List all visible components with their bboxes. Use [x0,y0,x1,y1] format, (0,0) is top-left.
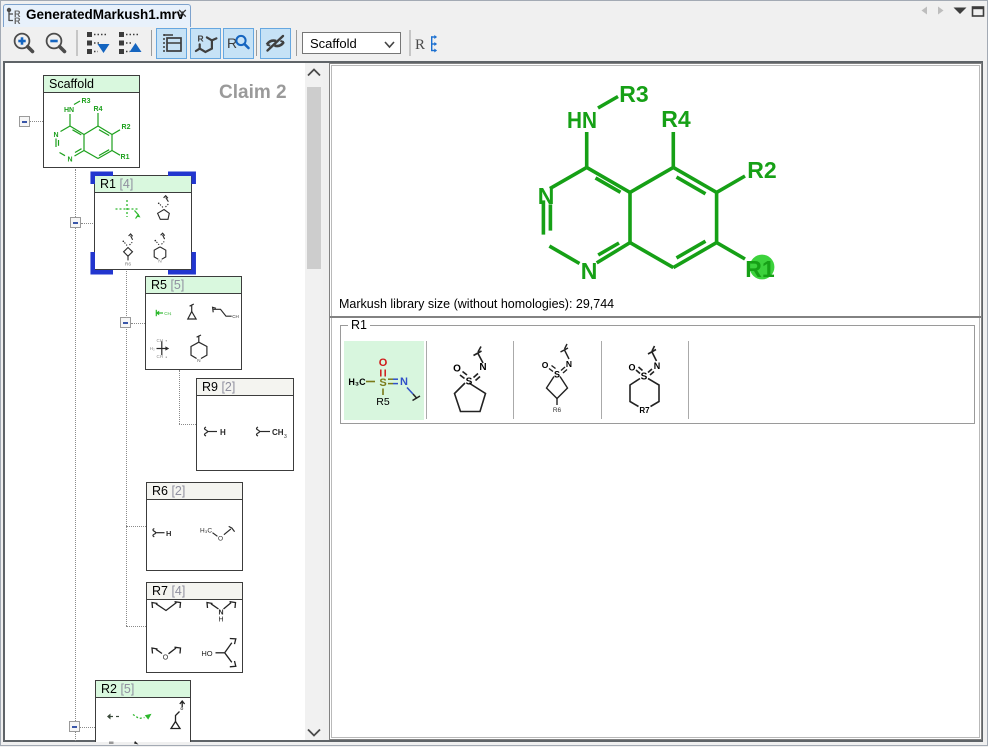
svg-text:O: O [453,364,461,375]
svg-text:N: N [654,361,661,371]
svg-text:N: N [400,376,408,388]
svg-text:S: S [379,377,386,389]
svg-text:S: S [554,370,560,380]
svg-text:S: S [641,372,648,383]
svg-text:S: S [466,377,473,388]
svg-text:O: O [628,363,635,373]
svg-text:O: O [379,357,388,369]
svg-text:R6: R6 [553,407,562,414]
svg-text:O: O [542,360,549,370]
svg-text:R7: R7 [639,406,650,415]
svg-text:R5: R5 [376,396,390,408]
svg-text:N: N [479,362,486,373]
svg-text:H₃C: H₃C [348,377,366,387]
svg-text:N: N [566,359,572,369]
